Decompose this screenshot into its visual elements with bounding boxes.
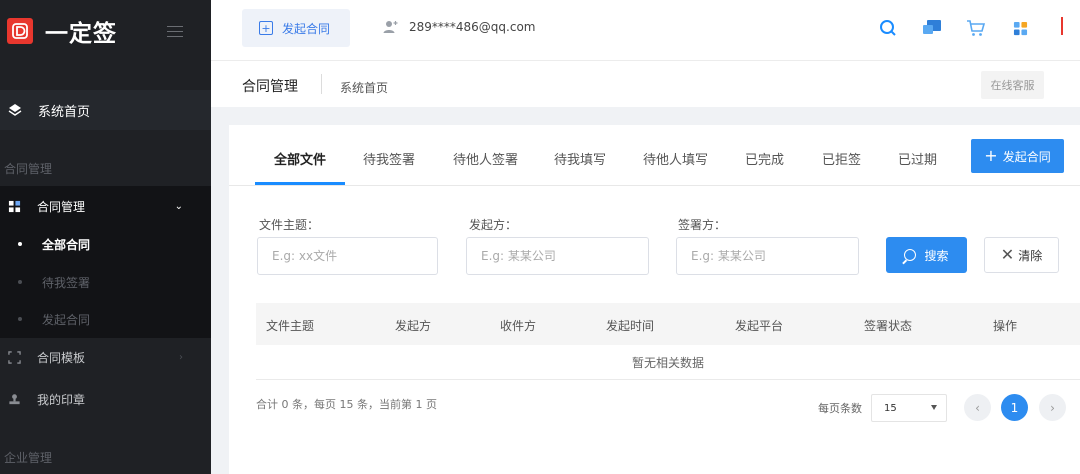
- sidebar-subitem-label: 全部合同: [42, 237, 91, 252]
- signer-input[interactable]: [676, 237, 859, 275]
- page-size-value: 15: [884, 402, 897, 414]
- clear-button[interactable]: ✕ 清除: [984, 237, 1059, 273]
- sidebar-item-contract-management[interactable]: 合同管理 ⌄: [0, 187, 211, 225]
- template-icon: [7, 350, 21, 364]
- search-icon[interactable]: [866, 16, 910, 40]
- signer-label: 签署方：: [678, 218, 727, 232]
- sender-input[interactable]: [466, 237, 649, 275]
- subject-input[interactable]: [257, 237, 438, 275]
- prev-page-button[interactable]: ‹: [964, 394, 991, 421]
- start-contract-button[interactable]: + 发起合同: [242, 9, 350, 47]
- page-size-select[interactable]: 15: [871, 394, 947, 422]
- sidebar-subitem-pending-my-sign[interactable]: 待我签署: [0, 263, 211, 301]
- new-contract-button[interactable]: + 发起合同: [971, 139, 1064, 173]
- sidebar-subitem-all-contracts[interactable]: 全部合同: [0, 225, 211, 263]
- sidebar-item-label: 我的印章: [37, 392, 86, 407]
- tab-pending-others-sign[interactable]: 待他人签署: [453, 149, 518, 168]
- column-header[interactable]: 签署状态: [864, 317, 912, 334]
- sidebar-item-label: 合同模板: [37, 350, 86, 365]
- bullet-icon: [18, 317, 22, 321]
- sidebar-subitem-label: 发起合同: [42, 312, 91, 327]
- divider: [321, 74, 322, 94]
- menu-toggle-icon[interactable]: [167, 25, 183, 37]
- breadcrumb: 合同管理 系统首页 在线客服: [211, 61, 1080, 107]
- new-contract-label: 发起合同: [1002, 149, 1051, 164]
- plus-box-icon: +: [259, 21, 273, 35]
- search-button[interactable]: 搜索: [886, 237, 967, 273]
- sidebar-section-title: 合同管理: [4, 162, 53, 176]
- bullet-icon: [18, 242, 22, 246]
- column-header[interactable]: 发起平台: [735, 317, 783, 334]
- start-contract-label: 发起合同: [282, 21, 331, 36]
- page-size-label: 每页条数: [818, 402, 862, 415]
- tab-rejected[interactable]: 已拒签: [822, 149, 861, 168]
- clear-label: 清除: [1018, 248, 1043, 263]
- sidebar-item-contract-templates[interactable]: 合同模板 ›: [0, 338, 211, 376]
- user-account[interactable]: 289****486@qq.com: [383, 20, 536, 34]
- column-header[interactable]: 发起时间: [606, 317, 654, 334]
- column-header[interactable]: 操作: [993, 317, 1017, 334]
- page-number-button[interactable]: 1: [1001, 394, 1028, 421]
- chevron-right-icon: ›: [179, 351, 183, 363]
- tab-pending-others-fill[interactable]: 待他人填写: [643, 149, 708, 168]
- sidebar-item-home[interactable]: 系统首页: [0, 90, 211, 130]
- grid-apps-icon[interactable]: [998, 16, 1042, 40]
- tab-bar: 全部文件 待我签署 待他人签署 待我填写 待他人填写 已完成 已拒签 已过期 +…: [229, 125, 1080, 186]
- tab-completed[interactable]: 已完成: [745, 149, 784, 168]
- bullet-icon: [18, 280, 22, 284]
- tab-all-files[interactable]: 全部文件: [274, 149, 326, 168]
- tab-pending-my-sign[interactable]: 待我签署: [363, 149, 415, 168]
- table-empty-state: 暂无相关数据: [256, 345, 1080, 380]
- user-add-icon: [383, 21, 398, 33]
- contract-list-card: 全部文件 待我签署 待他人签署 待我填写 待他人填写 已完成 已拒签 已过期 +…: [229, 125, 1080, 474]
- toolbar-icons: [866, 16, 1042, 40]
- sidebar-subitem-start-contract[interactable]: 发起合同: [0, 300, 211, 338]
- sidebar-item-label: 合同管理: [37, 199, 86, 214]
- search-icon: [904, 249, 917, 261]
- divider: [1061, 17, 1063, 35]
- sidebar-subitem-label: 待我签署: [42, 275, 91, 290]
- subject-label: 文件主题：: [259, 218, 320, 232]
- caret-down-icon: [931, 405, 937, 410]
- online-support-button[interactable]: 在线客服: [981, 71, 1044, 99]
- close-icon: ✕: [1000, 245, 1015, 264]
- sidebar-header: 一定签: [0, 0, 211, 62]
- search-label: 搜索: [924, 248, 949, 263]
- table-header: 文件主题 发起方 收件方 发起时间 发起平台 签署状态 操作: [256, 303, 1080, 345]
- column-header[interactable]: 收件方: [500, 317, 536, 334]
- chat-icon[interactable]: [910, 16, 954, 40]
- sidebar: 一定签 系统首页 合同管理 合同管理 ⌄ 全部合同 待我签署 发起合同 合同模板…: [0, 0, 211, 474]
- pagination-summary: 合计 0 条，每页 15 条，当前第 1 页: [256, 398, 437, 411]
- next-page-button[interactable]: ›: [1039, 394, 1066, 421]
- sidebar-item-my-seals[interactable]: 我的印章: [0, 380, 211, 418]
- breadcrumb-link[interactable]: 系统首页: [340, 79, 388, 96]
- cart-icon[interactable]: [954, 16, 998, 40]
- column-header[interactable]: 文件主题: [266, 317, 314, 334]
- logo-icon: [7, 18, 33, 44]
- chevron-down-icon: ⌄: [174, 200, 183, 212]
- tab-expired[interactable]: 已过期: [898, 149, 937, 168]
- top-bar: + 发起合同 289****486@qq.com: [211, 0, 1080, 61]
- user-email: 289****486@qq.com: [409, 20, 536, 34]
- active-tab-indicator: [255, 182, 345, 185]
- plus-icon: +: [984, 146, 998, 165]
- brand-name: 一定签: [45, 21, 117, 47]
- layers-icon: [8, 104, 22, 116]
- sidebar-section-title: 企业管理: [4, 451, 53, 465]
- tab-pending-my-fill[interactable]: 待我填写: [554, 149, 606, 168]
- sender-label: 发起方：: [469, 218, 518, 232]
- grid-icon: [7, 199, 21, 213]
- stamp-icon: [7, 392, 21, 406]
- column-header[interactable]: 发起方: [395, 317, 431, 334]
- page-title: 合同管理: [242, 79, 298, 95]
- sidebar-item-label: 系统首页: [38, 104, 91, 120]
